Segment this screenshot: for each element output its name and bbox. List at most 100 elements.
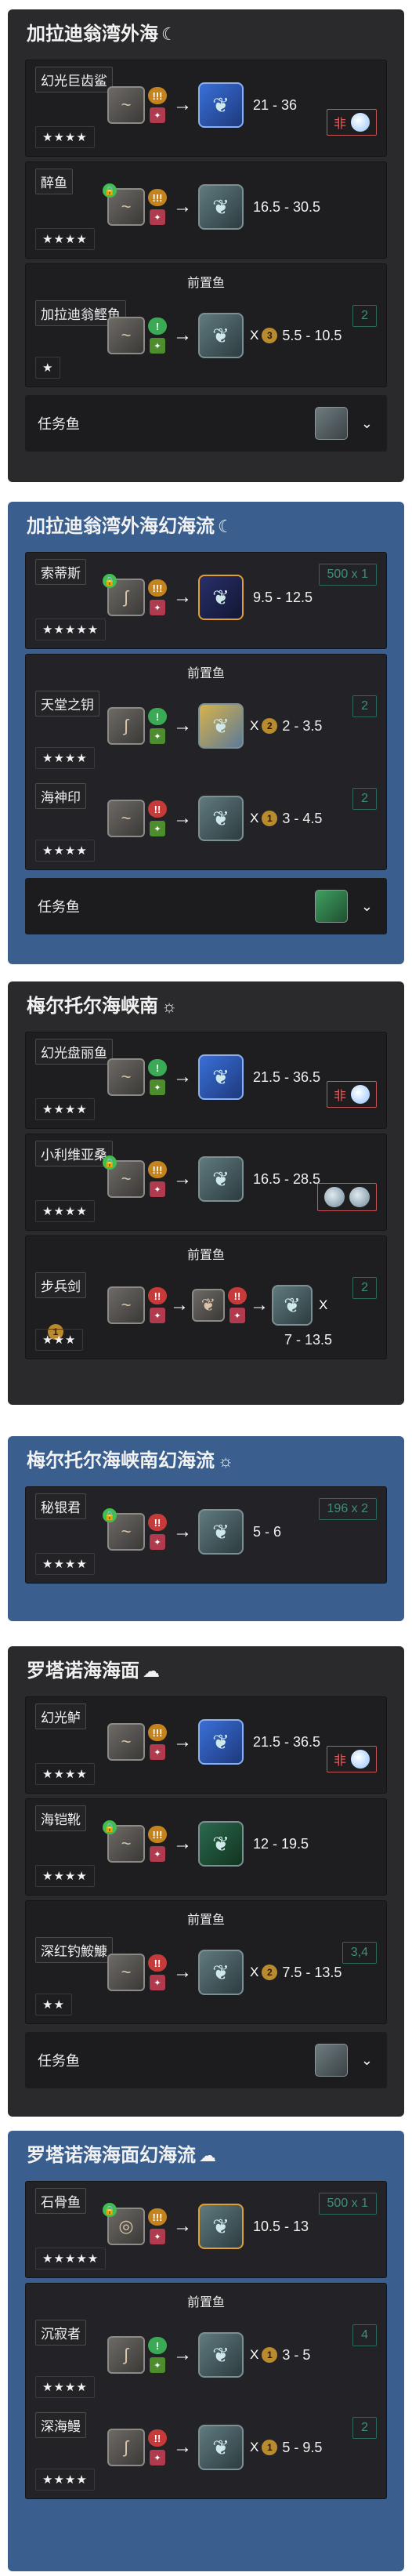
multiplier: X2	[250, 718, 280, 734]
moon-icon	[351, 1085, 370, 1104]
arrow-icon: →	[173, 1961, 192, 1983]
fish-card[interactable]: 幻光巨齿鲨 ~ !!! ✦ → ❦ 21 - 36 非 ★★★★	[25, 60, 387, 157]
prerequisite-fish[interactable]: 加拉迪翁鲣鱼 ~ ! ✦ → ❦ X3 5.5 - 10.5 2 ★	[26, 294, 386, 386]
fish-icon: ❦	[198, 2204, 244, 2249]
quest-fish-toggle[interactable]: 任务鱼 ⌄	[25, 2032, 387, 2088]
hookset-icon: ✦	[150, 1744, 165, 1760]
hookset-icon: ✦	[150, 338, 165, 354]
prerequisite-card: 前置鱼 加拉迪翁鲣鱼 ~ ! ✦ → ❦ X3 5.5 - 10.5 2 ★	[25, 263, 387, 387]
bite-time: 10.5 - 13	[253, 2218, 309, 2234]
bite-time: 3 - 5	[282, 2346, 311, 2363]
star-rating: ★★★★★	[35, 2248, 107, 2269]
prerequisite-fish[interactable]: 天堂之钥 ∫ ! ✦ → ❦ X2 2 - 3.5 2 ★★★★	[26, 684, 386, 777]
star-rating: ★★★★	[35, 126, 95, 148]
bite-time: 7 - 13.5	[284, 1332, 333, 1348]
lock-icon: 🔒	[103, 1508, 117, 1522]
tug-badge: !!!	[148, 1161, 167, 1178]
bite-time: 16.5 - 30.5	[253, 198, 321, 215]
fish-icon: ❦	[272, 1285, 313, 1326]
multiplier: X2	[250, 1965, 280, 1980]
fish-name: 深海鳗	[35, 2412, 86, 2438]
bite-time: 21 - 36	[253, 96, 298, 113]
tug-badge: !!!	[148, 87, 167, 104]
quest-fish-toggle[interactable]: 任务鱼 ⌄	[25, 395, 387, 452]
count-tag: 4	[352, 2324, 377, 2346]
fish-icon: ❦	[198, 1054, 244, 1100]
bait-icon: ∫	[107, 2429, 145, 2466]
count-tag: 2	[352, 305, 377, 327]
tug-badge: !!!	[148, 2208, 167, 2226]
count-tag: 2	[352, 788, 377, 810]
zone-title: 梅尔托尔海峡南幻海流 ☼	[27, 1450, 234, 1471]
chevron-down-icon: ⌄	[360, 2052, 373, 2068]
catch-chain: ~ !! ✦ → ❦ X1 3 - 4.5	[107, 796, 322, 841]
zone-title: 罗塔诺海海面幻海流 ☁	[27, 2145, 216, 2166]
zone-panel-4: 梅尔托尔海峡南幻海流 ☼ 秘银君 ~ 🔒 !! ✦ → ❦ 5 - 6 196 x 2…	[8, 1436, 404, 1621]
fish-card[interactable]: 幻光盘丽鱼 ~ ! ✦ → ❦ 21.5 - 36.5 非 ★★★★	[25, 1032, 387, 1129]
quest-fish-toggle[interactable]: 任务鱼 ⌄	[25, 878, 387, 934]
bait-icon: ~	[107, 1058, 145, 1096]
fish-card[interactable]: 醉鱼 ~ 🔒 !!! ✦ → ❦ 16.5 - 30.5 ★★★★	[25, 161, 387, 259]
bait-icon: ~	[107, 1954, 145, 1991]
star-rating: ★★★★	[35, 2376, 95, 2398]
fish-icon: ❦	[198, 1719, 244, 1765]
zone-title: 加拉迪翁湾外海 ☾	[27, 24, 177, 45]
tug-badge: !!	[148, 800, 167, 818]
condition-box: 非	[326, 109, 377, 136]
weather-icon	[324, 1187, 345, 1207]
fish-name: 秘银君	[35, 1493, 86, 1519]
fish-name: 海铠靴	[35, 1805, 86, 1831]
lock-icon: 🔒	[103, 1156, 117, 1170]
fish-icon: ❦	[198, 184, 244, 230]
catch-chain: ~ 🔒 !!! ✦ → ❦ 16.5 - 28.5	[103, 1156, 321, 1202]
fish-icon: ❦	[198, 703, 244, 749]
count-tag: 500 x 1	[318, 2193, 377, 2215]
multiplier: X3	[250, 328, 280, 343]
hookset-icon: ✦	[150, 1181, 165, 1197]
bite-time: 16.5 - 28.5	[253, 1170, 321, 1187]
fish-card[interactable]: 海铠靴 ~ 🔒 !!! ✦ → ❦ 12 - 19.5 ★★★★	[25, 1798, 387, 1896]
fish-card[interactable]: 秘银君 ~ 🔒 !! ✦ → ❦ 5 - 6 196 x 2 ★★★★	[25, 1486, 387, 1584]
sun-icon: ☼	[218, 1451, 234, 1471]
chevron-down-icon: ⌄	[360, 898, 373, 914]
bait-icon: ~	[107, 1286, 145, 1324]
lock-icon: 🔒	[103, 574, 117, 588]
arrow-icon: →	[173, 2344, 192, 2365]
fish-icon: ❦	[198, 313, 244, 358]
prerequisite-fish[interactable]: 海神印 ~ !! ✦ → ❦ X1 3 - 4.5 2 ★★★★	[26, 777, 386, 869]
fish-name: 天堂之钥	[35, 691, 99, 717]
fish-name: 步兵剑	[35, 1272, 86, 1298]
count-tag: 2	[352, 1277, 377, 1299]
fish-card[interactable]: 石骨鱼 ◎ 🔒 !!! ✦ → ❦ 10.5 - 13 500 x 1 ★★★★★	[25, 2181, 387, 2278]
prerequisite-fish[interactable]: 沉寂者 ∫ ! ✦ → ❦ X1 3 - 5 4 ★★★★	[26, 2313, 386, 2406]
fish-icon	[315, 890, 348, 923]
catch-chain: ~ !!! ✦ → ❦ 21.5 - 36.5	[107, 1719, 320, 1765]
bait-icon: ∫ 🔒	[103, 574, 145, 616]
fish-name: 小利维亚桑	[35, 1141, 113, 1166]
fish-card[interactable]: 幻光鲈 ~ !!! ✦ → ❦ 21.5 - 36.5 非 ★★★★	[25, 1696, 387, 1794]
fish-card[interactable]: 小利维亚桑 ~ 🔒 !!! ✦ → ❦ 16.5 - 28.5 ★★★★	[25, 1134, 387, 1231]
hookset-icon: ✦	[150, 1308, 165, 1323]
arrow-icon: →	[250, 1294, 269, 1315]
prerequisite-fish[interactable]: 深海鳗 ∫ !! ✦ → ❦ X1 5 - 9.5 2 ★★★★	[26, 2406, 386, 2498]
arrow-icon: →	[173, 94, 192, 115]
prerequisite-fish[interactable]: 深红钓鮟鱇 ~ !! ✦ → ❦ X2 7.5 - 13.5 3,4 ★★	[26, 1931, 386, 2023]
prerequisite-fish[interactable]: 步兵剑 ~ !! ✦ → ❦ !! ✦ → ❦ X 7 - 13.5 2 1 ★★★	[26, 1266, 386, 1359]
multiplier: X1	[250, 811, 280, 826]
hookset-icon: ✦	[150, 1079, 165, 1095]
fish-icon: ❦	[198, 796, 244, 841]
bait-icon: ~ 🔒	[103, 1820, 145, 1863]
arrow-icon: →	[173, 2436, 192, 2458]
zone-title: 加拉迪翁湾外海幻海流 ☾	[27, 516, 233, 537]
fish-card[interactable]: 索蒂斯 ∫ 🔒 !!! ✦ → ❦ 9.5 - 12.5 500 x 1 ★★★★★	[25, 552, 387, 649]
fish-icon: ❦	[198, 2425, 244, 2470]
bait-icon: ~	[107, 86, 145, 124]
multiplier: X1	[250, 2440, 280, 2455]
star-rating: ★★★★★	[35, 619, 107, 640]
star-rating: ★★★★	[35, 1865, 95, 1887]
catch-chain: ~ 🔒 !! ✦ → ❦ 5 - 6	[103, 1508, 281, 1555]
catch-chain: ∫ 🔒 !!! ✦ → ❦ 9.5 - 12.5	[103, 574, 313, 620]
count-tag: 196 x 2	[318, 1498, 377, 1520]
moon-icon: ☾	[161, 24, 177, 44]
arrow-icon: →	[173, 196, 192, 217]
